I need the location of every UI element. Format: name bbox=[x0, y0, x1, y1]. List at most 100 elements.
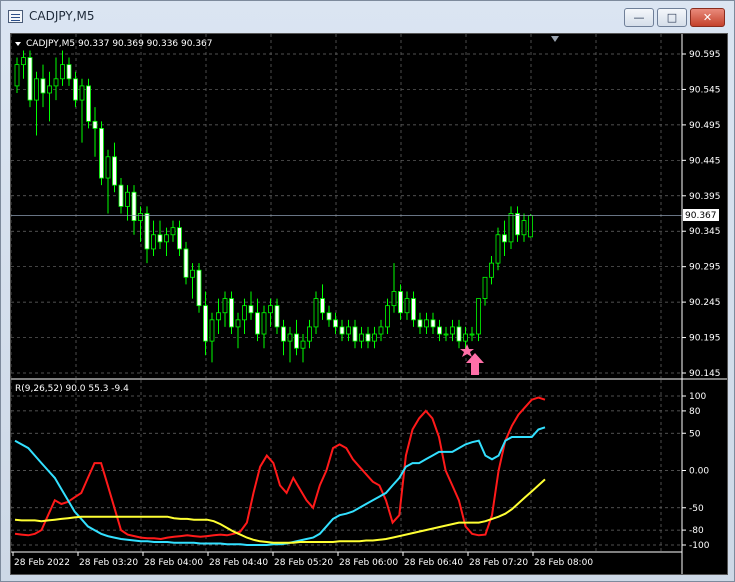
candle-body bbox=[495, 234, 501, 264]
price-tick-label: 90.345 bbox=[689, 227, 721, 237]
candle bbox=[190, 263, 195, 299]
candle-body bbox=[378, 326, 384, 335]
candle-body bbox=[443, 333, 449, 336]
candle-body bbox=[463, 333, 468, 342]
candle bbox=[144, 206, 150, 264]
candle bbox=[242, 298, 247, 335]
candle-body bbox=[372, 333, 377, 342]
candle-body bbox=[450, 326, 455, 335]
price-tick-label: 90.595 bbox=[689, 50, 721, 60]
price-tick-label: 90.445 bbox=[689, 156, 721, 166]
candle-body bbox=[14, 64, 20, 87]
candle-body bbox=[482, 276, 488, 299]
candle-body bbox=[437, 326, 442, 335]
minimize-button[interactable]: — bbox=[624, 8, 654, 27]
candle-body bbox=[281, 326, 286, 342]
candle bbox=[105, 149, 111, 214]
time-tick-label: 28 Feb 03:20 bbox=[79, 558, 138, 568]
indicator-tick-label: 100 bbox=[689, 392, 706, 402]
candle-body bbox=[21, 57, 26, 66]
candle bbox=[528, 214, 533, 238]
time-tick-label: 28 Feb 08:00 bbox=[534, 558, 593, 568]
candle bbox=[112, 142, 117, 193]
candle bbox=[365, 326, 371, 349]
candle-body bbox=[352, 326, 358, 342]
chart-canvas[interactable]: CADJPY,M5 90.337 90.369 90.336 90.367 R(… bbox=[11, 34, 727, 574]
candle-body bbox=[287, 333, 293, 342]
price-tick-label: 90.195 bbox=[689, 334, 721, 344]
candle-body bbox=[346, 326, 351, 335]
candle-body bbox=[196, 269, 202, 307]
window-title: CADJPY,M5 bbox=[29, 9, 95, 23]
candle bbox=[326, 305, 332, 327]
candle bbox=[196, 263, 202, 313]
candle-body bbox=[313, 298, 319, 328]
price-tick-label: 90.295 bbox=[689, 263, 721, 273]
candle-body bbox=[138, 213, 143, 221]
candle bbox=[417, 312, 423, 335]
candle bbox=[495, 227, 501, 271]
candle bbox=[255, 298, 260, 342]
candle bbox=[274, 298, 280, 335]
candle-body bbox=[404, 298, 410, 314]
candle-body bbox=[209, 319, 215, 342]
time-tick-label: 28 Feb 07:20 bbox=[469, 558, 528, 568]
maximize-button[interactable]: □ bbox=[657, 8, 687, 27]
candle bbox=[118, 178, 124, 214]
price-tick-label: 90.145 bbox=[689, 369, 721, 379]
candle bbox=[138, 206, 143, 242]
indicator-tick-label: -50 bbox=[689, 504, 704, 514]
candle-body bbox=[261, 312, 267, 335]
chart-shift-marker-icon[interactable] bbox=[551, 36, 559, 42]
candle bbox=[79, 78, 85, 143]
dropdown-triangle-icon[interactable] bbox=[15, 42, 21, 46]
candle bbox=[86, 78, 91, 129]
candle-body bbox=[424, 319, 429, 328]
candle-body bbox=[307, 326, 312, 342]
candle bbox=[294, 319, 299, 356]
candle-body bbox=[131, 191, 137, 221]
candle bbox=[14, 57, 20, 93]
candle bbox=[333, 312, 338, 335]
candle bbox=[352, 319, 358, 349]
candle-body bbox=[157, 234, 163, 243]
candle-body bbox=[170, 227, 176, 236]
indicator-header: R(9,26,52) 90.0 55.3 -9.4 bbox=[15, 384, 129, 394]
terminal-chart-window: CADJPY,M5 — □ ✕ CADJPY,M5 90.337 90.369 … bbox=[0, 0, 735, 582]
candle-body bbox=[216, 312, 221, 321]
close-button[interactable]: ✕ bbox=[690, 8, 725, 27]
candle bbox=[27, 50, 33, 108]
candle bbox=[515, 206, 520, 242]
candle-body bbox=[190, 269, 195, 278]
candle bbox=[320, 284, 325, 320]
candle-body bbox=[229, 298, 234, 328]
candle bbox=[372, 326, 377, 349]
time-axis: 28 Feb 2022 28 Feb 03:20 28 Feb 04:00 28 Fe… bbox=[12, 552, 593, 568]
candle-body bbox=[515, 213, 520, 236]
candle-body bbox=[92, 120, 98, 129]
indicator-tick-label: 0.00 bbox=[689, 467, 709, 477]
candle-body bbox=[385, 305, 390, 328]
up-arrow-icon bbox=[466, 353, 484, 375]
candle bbox=[99, 121, 104, 186]
candle-body bbox=[79, 85, 85, 101]
candle-body bbox=[365, 333, 371, 342]
candle bbox=[73, 71, 78, 108]
candle-body bbox=[177, 227, 182, 250]
candle bbox=[131, 185, 137, 235]
candle bbox=[60, 50, 65, 86]
time-tick-label: 28 Feb 04:40 bbox=[209, 558, 268, 568]
candle-body bbox=[326, 312, 332, 321]
candle bbox=[437, 319, 442, 342]
candle-body bbox=[476, 298, 481, 335]
candle-body bbox=[66, 64, 72, 80]
price-tick-label: 90.545 bbox=[689, 85, 721, 95]
candle bbox=[502, 220, 507, 257]
candle bbox=[359, 326, 364, 349]
price-chart[interactable]: CADJPY,M5 90.337 90.369 90.336 90.367 R(… bbox=[10, 33, 728, 575]
candle-body bbox=[521, 220, 527, 236]
candle-body bbox=[60, 64, 65, 80]
title-bar[interactable]: CADJPY,M5 — □ ✕ bbox=[1, 1, 734, 33]
candle-body bbox=[333, 319, 338, 328]
candle-body bbox=[151, 234, 156, 250]
